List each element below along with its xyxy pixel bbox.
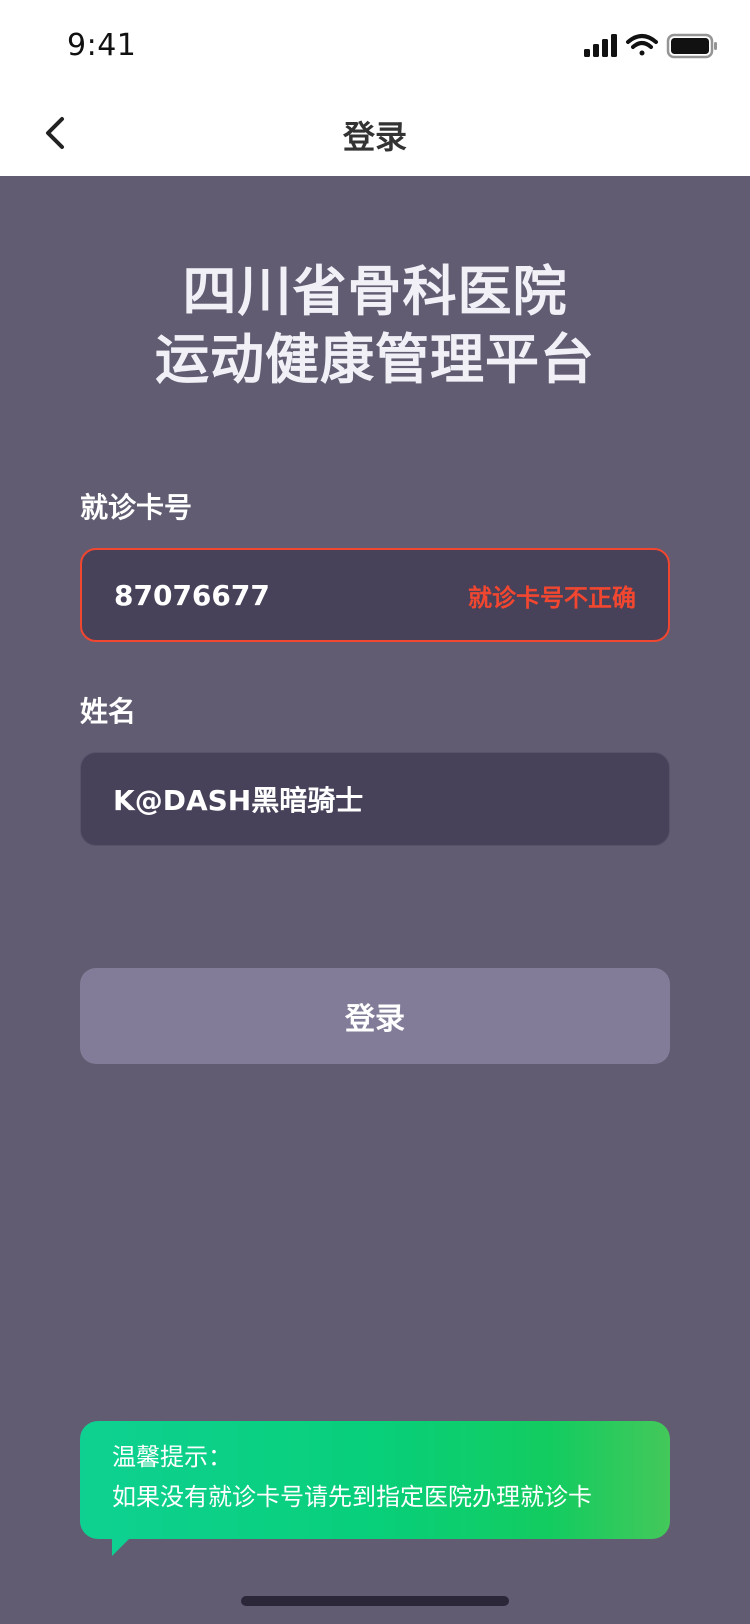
status-bar: 9:41: [0, 0, 750, 90]
home-indicator: [241, 1596, 509, 1606]
nav-bar: 登录: [0, 90, 750, 176]
hero-title: 四川省骨科医院 运动健康管理平台: [0, 258, 750, 394]
wifi-icon: [626, 34, 658, 56]
status-icons-svg: [584, 33, 717, 59]
cellular-signal-icon: [584, 34, 617, 57]
tip-title: 温馨提示：: [112, 1443, 232, 1471]
card-number-error: 就诊卡号不正确: [468, 583, 636, 612]
card-number-field[interactable]: 就诊卡号不正确: [80, 548, 670, 642]
hero-title-line1: 四川省骨科医院: [182, 260, 568, 323]
hero-title-line2: 运动健康管理平台: [155, 328, 595, 391]
card-number-input[interactable]: [114, 550, 444, 640]
name-input[interactable]: [113, 753, 633, 845]
battery-icon: [666, 33, 717, 59]
tip-bubble: 温馨提示： 如果没有就诊卡号请先到指定医院办理就诊卡: [80, 1421, 670, 1539]
login-button[interactable]: 登录: [80, 968, 670, 1064]
name-label: 姓名: [80, 695, 137, 728]
status-time: 9:41: [67, 28, 137, 63]
name-field[interactable]: [80, 752, 670, 846]
tip-body: 如果没有就诊卡号请先到指定医院办理就诊卡: [112, 1483, 592, 1511]
tip-bubble-tail: [112, 1536, 132, 1556]
page-title: 登录: [342, 118, 407, 156]
status-icons: [582, 32, 722, 62]
card-number-label: 就诊卡号: [80, 491, 193, 524]
